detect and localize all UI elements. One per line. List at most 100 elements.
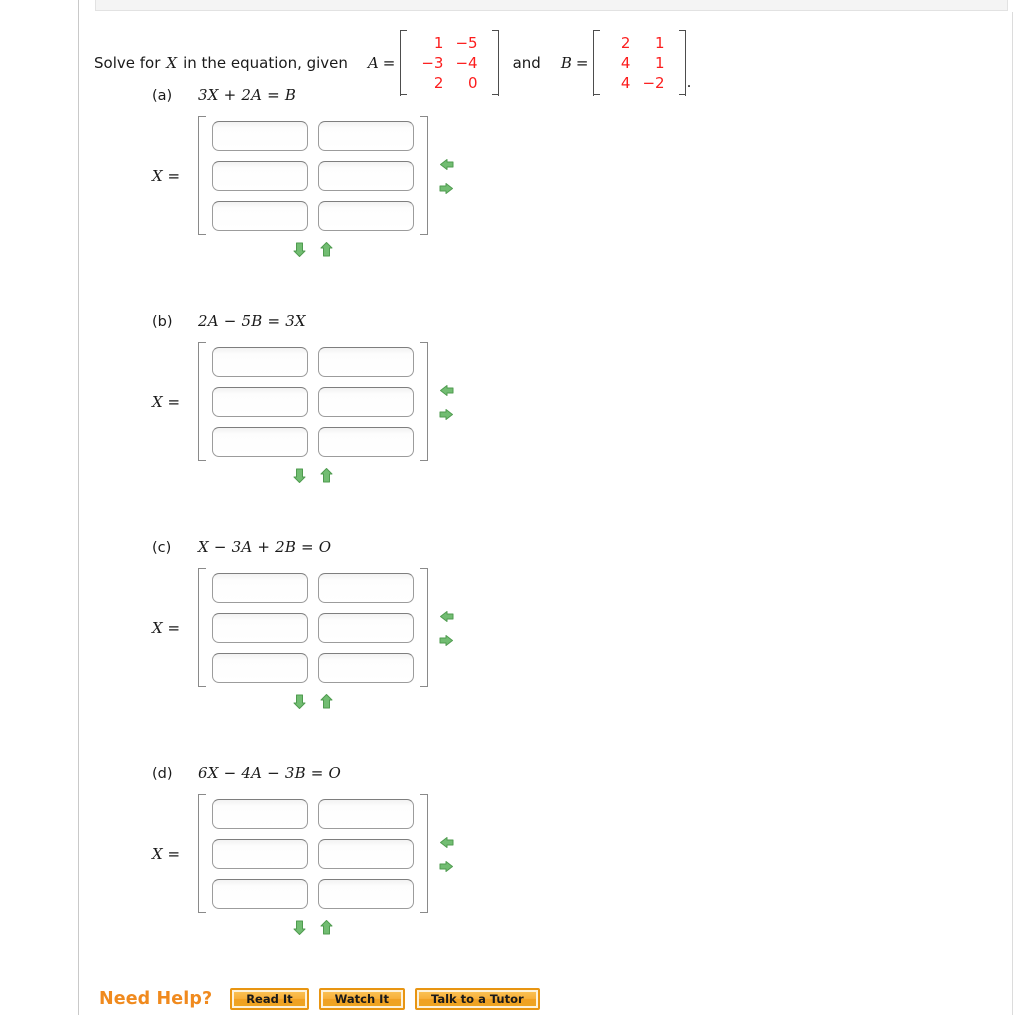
need-help-bar: Need Help? Read It Watch It Talk to a Tu… [99,988,550,1010]
prompt-lead: Solve for [94,53,161,72]
need-help-label: Need Help? [99,989,213,1009]
answer-input-r3-c2[interactable] [318,879,414,909]
answer-right-bracket [420,342,428,461]
up-arrow-icon[interactable] [318,693,335,710]
matrix-b-cell: 4 [620,54,631,72]
answer-row: X = [79,116,454,257]
matrix-a: 1 −5 −3 −4 2 0 [400,30,499,96]
matrix-b: 2 1 4 1 4 −2 [593,30,686,96]
matrix-b-cell: 2 [620,34,631,52]
answer-input-r2-c2[interactable] [318,387,414,417]
answer-left-bracket [198,568,206,687]
up-arrow-icon[interactable] [318,467,335,484]
matrix-b-left-bracket [593,30,602,96]
exercise-page: Solve for X in the equation, given A = 1… [79,12,1012,1015]
left-arrow-icon[interactable] [438,156,455,173]
matrix-b-name: B [560,53,572,72]
page-right-border [1012,12,1013,1015]
left-arrow-icon[interactable] [438,834,455,851]
matrix-a-cell: 0 [468,74,478,92]
left-arrow-icon[interactable] [438,382,455,399]
answer-input-r3-c1[interactable] [212,879,308,909]
watch-it-button[interactable]: Watch It [318,988,405,1010]
answer-input-r2-c2[interactable] [318,613,414,643]
part-label: (c) [152,540,172,556]
right-arrow-icon[interactable] [438,406,455,423]
part-label: (a) [152,88,173,104]
matrix-a-cell: 1 [433,34,444,52]
prompt-and: and [512,53,541,72]
answer-cell-grid [206,568,420,688]
up-arrow-icon[interactable] [318,241,335,258]
row-stepper [291,467,335,484]
right-arrow-icon[interactable] [438,180,455,197]
answer-input-r1-c2[interactable] [318,347,414,377]
part-heading: (b) 2A − 5B = 3X [79,312,306,330]
matrix-b-equals: = [575,53,589,72]
down-arrow-icon[interactable] [291,467,308,484]
prompt-period: . [686,73,692,91]
down-arrow-icon[interactable] [291,241,308,258]
answer-right-bracket [420,794,428,913]
part-heading: (d) 6X − 4A − 3B = O [79,764,341,782]
right-arrow-icon[interactable] [438,632,455,649]
matrix-b-grid: 2 1 4 1 4 −2 [602,30,676,96]
answer-x-equals: X = [152,167,181,185]
read-it-button[interactable]: Read It [230,988,309,1010]
down-arrow-icon[interactable] [291,919,308,936]
answer-input-r1-c1[interactable] [212,347,308,377]
matrix-a-cell: −3 [421,54,444,72]
matrix-a-cell: 2 [433,74,444,92]
answer-left-bracket [198,794,206,913]
answer-row: X = [79,568,454,709]
part-heading: (a) 3X + 2A = B [79,86,296,104]
matrix-b-cell: 4 [620,74,631,92]
answer-input-r2-c2[interactable] [318,839,414,869]
answer-x-equals: X = [152,393,181,411]
matrix-a-left-bracket [400,30,409,96]
answer-input-r1-c1[interactable] [212,573,308,603]
matrix-a-cell: −4 [455,54,478,72]
matrix-answer-widget [198,342,454,483]
right-arrow-icon[interactable] [438,858,455,875]
answer-input-r1-c2[interactable] [318,121,414,151]
answer-input-r1-c2[interactable] [318,799,414,829]
answer-cell-grid [206,342,420,462]
answer-input-r1-c1[interactable] [212,799,308,829]
answer-input-r2-c1[interactable] [212,161,308,191]
up-arrow-icon[interactable] [318,919,335,936]
answer-input-r3-c1[interactable] [212,427,308,457]
column-stepper [438,156,455,197]
answer-input-r3-c1[interactable] [212,201,308,231]
talk-to-a-tutor-button[interactable]: Talk to a Tutor [414,988,540,1010]
part-equation: 2A − 5B = 3X [198,312,306,330]
down-arrow-icon[interactable] [291,693,308,710]
answer-left-bracket [198,342,206,461]
matrix-b-cell: 1 [655,54,665,72]
answer-input-r2-c1[interactable] [212,839,308,869]
prompt-variable-x: X [166,53,178,72]
answer-input-r3-c2[interactable] [318,653,414,683]
answer-input-r2-c2[interactable] [318,161,414,191]
answer-right-bracket [420,116,428,235]
answer-input-r3-c1[interactable] [212,653,308,683]
matrix-answer-widget [198,794,454,935]
part-label: (d) [152,766,173,782]
answer-input-r3-c2[interactable] [318,201,414,231]
answer-input-r1-c1[interactable] [212,121,308,151]
matrix-b-cell: −2 [642,74,665,92]
part-equation: 3X + 2A = B [198,86,297,104]
answer-input-r3-c2[interactable] [318,427,414,457]
left-arrow-icon[interactable] [438,608,455,625]
answer-cell-grid [206,116,420,236]
browser-top-bar [95,0,1008,11]
answer-input-r2-c1[interactable] [212,387,308,417]
column-stepper [438,834,455,875]
answer-input-r1-c2[interactable] [318,573,414,603]
row-stepper [291,693,335,710]
row-stepper [291,919,335,936]
answer-input-r2-c1[interactable] [212,613,308,643]
answer-cell-grid [206,794,420,914]
matrix-answer-widget [198,568,454,709]
matrix-answer-widget [198,116,454,257]
